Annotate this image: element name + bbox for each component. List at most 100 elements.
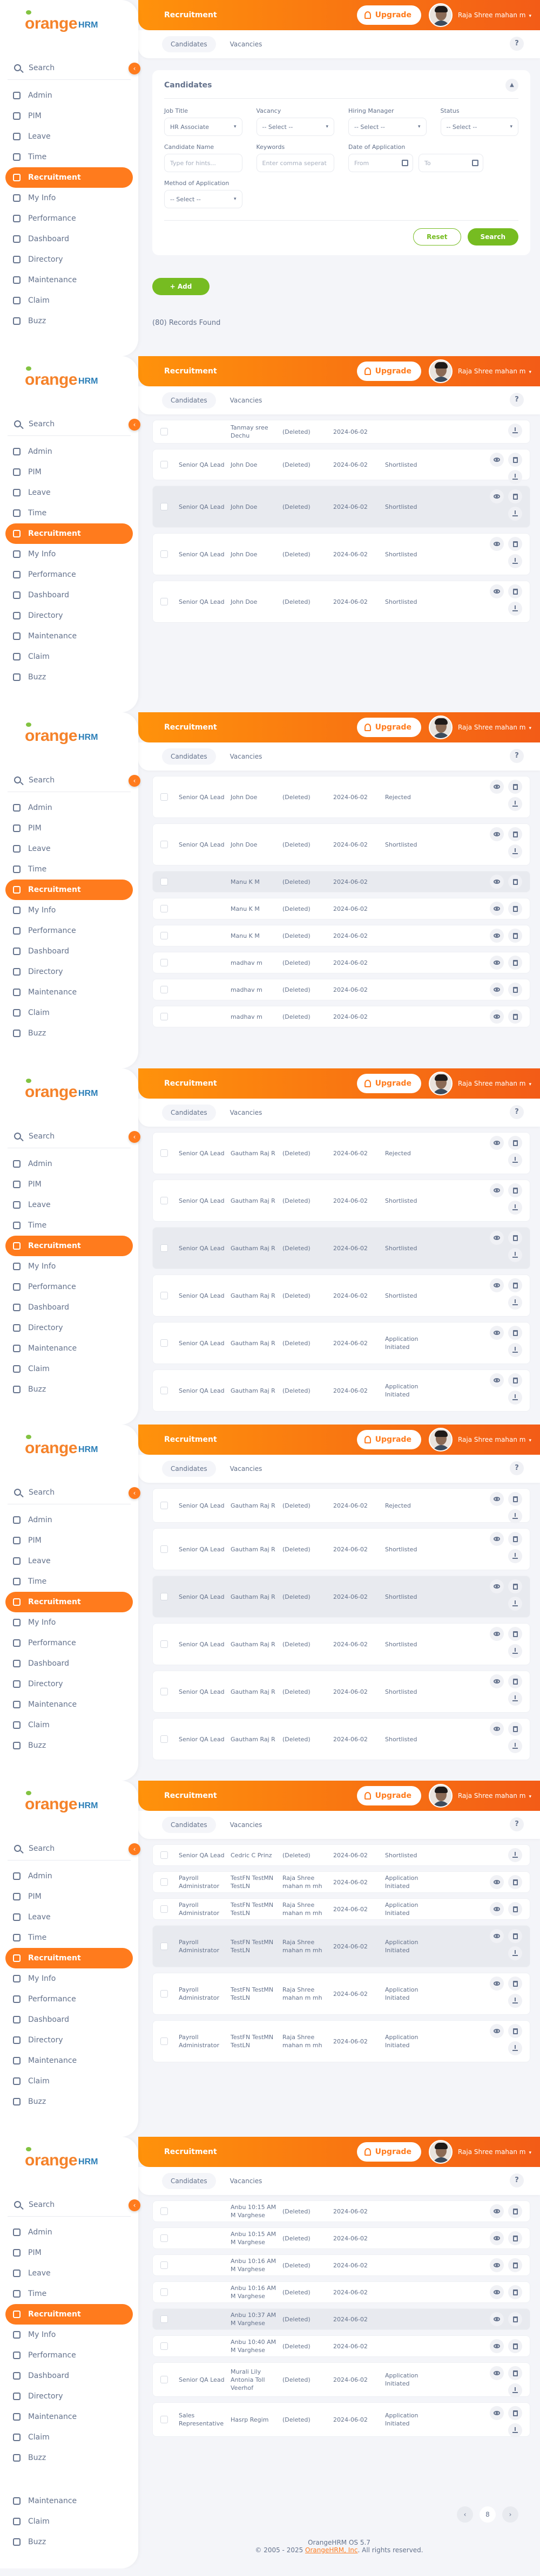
delete-button[interactable] (508, 1902, 522, 1916)
sidebar-item-dashboard[interactable]: Dashboard (5, 1653, 133, 1674)
download-button[interactable] (508, 2423, 522, 2437)
sidebar-item-dashboard[interactable]: Dashboard (5, 229, 133, 249)
tab-candidates[interactable]: Candidates (162, 1817, 216, 1833)
download-button[interactable] (508, 797, 522, 811)
view-button[interactable] (490, 1183, 504, 1197)
date-from-input[interactable]: From (348, 154, 413, 172)
sidebar-item-pim[interactable]: PIM (5, 2243, 133, 2263)
calendar-icon[interactable] (402, 160, 408, 166)
delete-button[interactable] (508, 2258, 522, 2272)
orangehrm-logo[interactable]: orange HRM (25, 2147, 98, 2170)
delete-button[interactable] (508, 1627, 522, 1641)
brand-area[interactable]: orange HRM (0, 356, 138, 404)
view-button[interactable] (490, 1977, 504, 1991)
download-button[interactable] (508, 1739, 522, 1753)
sidebar-item-time[interactable]: Time (5, 1571, 133, 1592)
table-row[interactable]: Senior QA Lead Gautham Raj R (Deleted) 2024… (152, 1275, 530, 1317)
sidebar-item-recruitment[interactable]: Recruitment (5, 880, 133, 900)
delete-button[interactable] (508, 929, 522, 943)
row-checkbox[interactable] (160, 1244, 168, 1252)
delete-button[interactable] (508, 584, 522, 598)
sidebar-item-dashboard[interactable]: Dashboard (5, 585, 133, 605)
sidebar-item-buzz[interactable]: Buzz (5, 1023, 133, 1044)
sidebar-collapse-button[interactable]: ‹ (129, 775, 140, 787)
help-button[interactable]: ? (510, 2173, 524, 2187)
tab-vacancies[interactable]: Vacancies (221, 748, 271, 765)
help-button[interactable]: ? (510, 1461, 524, 1475)
download-button[interactable] (508, 554, 522, 568)
sidebar-item-maintenance[interactable]: Maintenance (5, 1694, 133, 1715)
table-row[interactable]: Payroll Administrator TestFN TestMN TestL… (152, 1973, 530, 2015)
row-checkbox[interactable] (160, 2376, 168, 2383)
download-button[interactable] (508, 1201, 522, 1215)
row-checkbox[interactable] (160, 1545, 168, 1553)
row-checkbox[interactable] (160, 1851, 168, 1859)
date-to-input[interactable]: To (418, 154, 483, 172)
download-button[interactable] (508, 2041, 522, 2055)
tab-vacancies[interactable]: Vacancies (221, 1461, 271, 1477)
upgrade-button[interactable]: Upgrade (356, 718, 421, 737)
sidebar-item-directory[interactable]: Directory (5, 605, 133, 626)
sidebar-item-admin[interactable]: Admin (5, 1866, 133, 1886)
sidebar-item-maintenance[interactable]: Maintenance (5, 982, 133, 1003)
sidebar-item-admin[interactable]: Admin (5, 441, 133, 462)
table-row[interactable]: madhav m (Deleted) 2024-06-02 (152, 979, 530, 1000)
view-button[interactable] (490, 1532, 504, 1546)
row-checkbox[interactable] (160, 1292, 168, 1299)
delete-button[interactable] (508, 537, 522, 551)
brand-area[interactable]: orange HRM (0, 1068, 138, 1116)
delete-button[interactable] (508, 1326, 522, 1340)
help-button[interactable]: ? (510, 749, 524, 763)
brand-area[interactable]: orange HRM (0, 1781, 138, 1828)
view-button[interactable] (490, 2366, 504, 2380)
row-checkbox[interactable] (160, 878, 168, 885)
download-button[interactable] (508, 470, 522, 484)
row-checkbox[interactable] (160, 1502, 168, 1509)
row-checkbox[interactable] (160, 2315, 168, 2323)
sidebar-item-directory[interactable]: Directory (5, 2386, 133, 2407)
brand-area[interactable]: orange HRM (0, 0, 138, 47)
row-checkbox[interactable] (160, 598, 168, 605)
company-link[interactable]: OrangeHRM, Inc (305, 2546, 357, 2554)
upgrade-button[interactable]: Upgrade (356, 1786, 421, 1805)
sidebar-item-performance[interactable]: Performance (5, 1633, 133, 1653)
delete-button[interactable] (508, 1231, 522, 1245)
table-row[interactable]: Senior QA Lead John Doe (Deleted) 2024-06-0… (152, 581, 530, 623)
row-checkbox[interactable] (160, 2234, 168, 2242)
row-checkbox[interactable] (160, 1149, 168, 1157)
delete-button[interactable] (508, 875, 522, 889)
view-button[interactable] (490, 1875, 504, 1889)
row-checkbox[interactable] (160, 1593, 168, 1600)
download-button[interactable] (508, 1296, 522, 1310)
row-checkbox[interactable] (160, 1943, 168, 1950)
sidebar-collapse-button[interactable]: ‹ (129, 1843, 140, 1855)
delete-button[interactable] (508, 780, 522, 794)
view-button[interactable] (490, 1278, 504, 1292)
row-checkbox[interactable] (160, 1013, 168, 1020)
row-checkbox[interactable] (160, 986, 168, 993)
delete-button[interactable] (508, 1278, 522, 1292)
download-button[interactable] (508, 602, 522, 616)
download-button[interactable] (508, 1644, 522, 1658)
tab-candidates[interactable]: Candidates (162, 2173, 216, 2189)
sidebar-collapse-button[interactable]: ‹ (129, 1487, 140, 1499)
sidebar-item-leave[interactable]: Leave (5, 1907, 133, 1927)
sidebar-item-pim[interactable]: PIM (5, 462, 133, 482)
sidebar-item-time[interactable]: Time (5, 2284, 133, 2304)
user-dropdown[interactable]: Raja Shree mahan m ▾ (428, 3, 531, 27)
view-button[interactable] (490, 1674, 504, 1688)
sidebar-item-claim[interactable]: Claim (5, 290, 133, 311)
sidebar-item-performance[interactable]: Performance (5, 208, 133, 229)
sidebar-item-leave[interactable]: Leave (5, 482, 133, 503)
sidebar-item-maintenance[interactable]: Maintenance (5, 2050, 133, 2071)
delete-button[interactable] (508, 2285, 522, 2299)
sidebar-item-maintenance[interactable]: Maintenance (5, 270, 133, 290)
tab-candidates[interactable]: Candidates (162, 1461, 216, 1477)
view-button[interactable] (490, 453, 504, 467)
row-checkbox[interactable] (160, 2261, 168, 2269)
table-row[interactable]: Senior QA Lead John Doe (Deleted) 2024-06-0… (152, 776, 530, 818)
view-button[interactable] (490, 2406, 504, 2420)
download-button[interactable] (508, 1692, 522, 1706)
sidebar-item-my-info[interactable]: My Info (5, 1968, 133, 1989)
view-button[interactable] (490, 489, 504, 503)
